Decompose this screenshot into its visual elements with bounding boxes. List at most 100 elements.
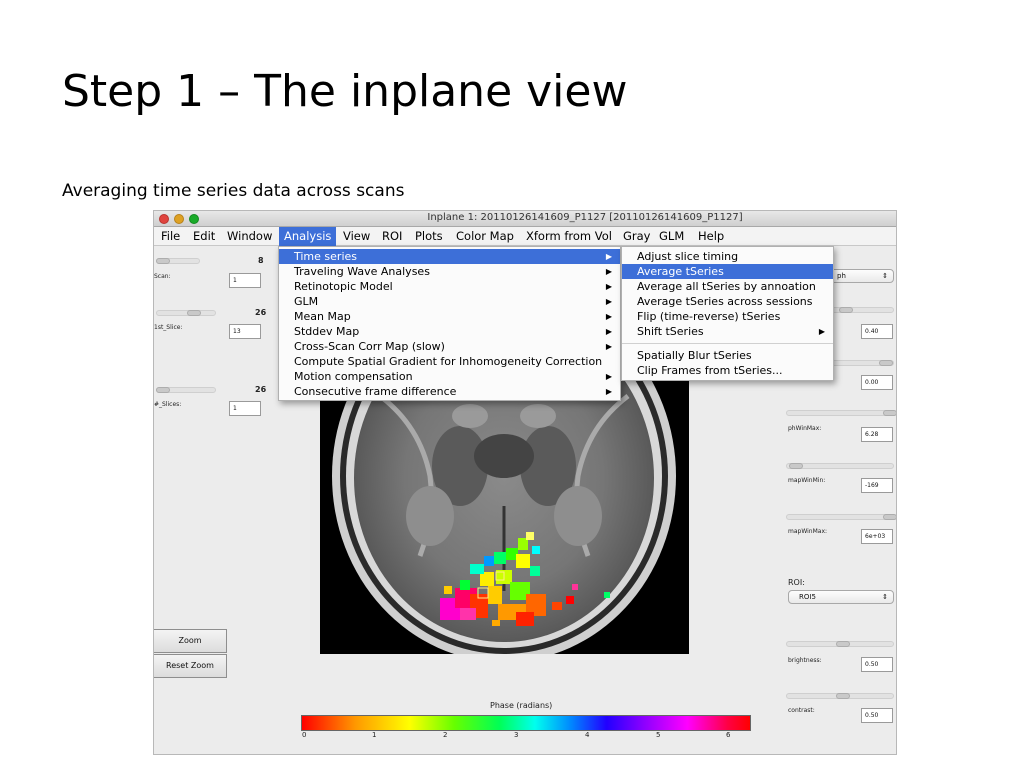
menu-glm[interactable]: GLM <box>654 227 689 246</box>
num-slices-field[interactable]: 1 <box>229 401 261 416</box>
menu-item-stddev-map[interactable]: Stddev Map ▶ <box>279 324 620 339</box>
submenu-arrow-icon: ▶ <box>605 282 612 291</box>
menu-roi[interactable]: ROI <box>377 227 407 246</box>
menu-item-average-all-tseries[interactable]: Average all tSeries by annoation <box>622 279 833 294</box>
scan-slider[interactable] <box>156 258 200 264</box>
menu-item-consecutive-frame-diff[interactable]: Consecutive frame difference ▶ <box>279 384 620 399</box>
roi-popup[interactable]: ROI5 ⇕ <box>788 590 894 604</box>
colorbar-tick: 4 <box>585 731 590 739</box>
num-slices-slider[interactable] <box>156 387 216 393</box>
contrast-slider[interactable] <box>786 693 894 699</box>
contrast-label: contrast: <box>788 707 815 714</box>
first-slice-slider[interactable] <box>156 310 216 316</box>
first-slice-field[interactable]: 13 <box>229 324 261 339</box>
submenu-arrow-icon: ▶ <box>818 327 825 336</box>
submenu-arrow-icon: ▶ <box>605 387 612 396</box>
colorbar-tick: 1 <box>372 731 377 739</box>
reset-zoom-button[interactable]: Reset Zoom <box>154 654 227 678</box>
colorbar-tick: 2 <box>443 731 448 739</box>
window-title: Inplane 1: 20110126141609_P1127 [2011012… <box>427 212 743 223</box>
submenu-arrow-icon: ▶ <box>605 267 612 276</box>
brightness-slider[interactable] <box>786 641 894 647</box>
menu-item-spatially-blur-tseries[interactable]: Spatially Blur tSeries <box>622 348 833 363</box>
phwinmax-label: phWinMax: <box>788 425 822 432</box>
submenu-arrow-icon: ▶ <box>605 342 612 351</box>
roi-value: ROI5 <box>799 593 816 601</box>
popup-arrow-icon: ⇕ <box>882 593 888 601</box>
scan-label: Scan: <box>154 273 171 280</box>
first-slice-max: 26 <box>255 308 267 317</box>
submenu-arrow-icon: ▶ <box>605 327 612 336</box>
submenu-arrow-icon: ▶ <box>605 297 612 306</box>
menu-color-map[interactable]: Color Map <box>451 227 519 246</box>
display-mode-popup[interactable]: ph ⇕ <box>826 269 894 283</box>
contrast-field[interactable]: 0.50 <box>861 708 893 723</box>
slide-title: Step 1 – The inplane view <box>62 66 628 117</box>
colorbar-tick: 3 <box>514 731 519 739</box>
mapwinmax-label: mapWinMax: <box>788 528 828 535</box>
menu-view[interactable]: View <box>338 227 375 246</box>
menu-item-average-tseries[interactable]: Average tSeries <box>622 264 833 279</box>
colorbar-tick: 6 <box>726 731 731 739</box>
phwinmax-field[interactable]: 6.28 <box>861 427 893 442</box>
popup-arrow-icon: ⇕ <box>882 272 888 280</box>
submenu-arrow-icon: ▶ <box>605 252 612 261</box>
mapwinmin-label: mapWinMin: <box>788 477 826 484</box>
colorbar-tick: 5 <box>656 731 661 739</box>
brightness-label: brightness: <box>788 657 822 664</box>
mapwinmin-slider[interactable] <box>786 463 894 469</box>
phwinmax-slider[interactable] <box>786 410 896 416</box>
right-field-1[interactable]: 0.40 <box>861 324 893 339</box>
brightness-slider-thumb[interactable] <box>836 641 850 647</box>
time-series-submenu: Adjust slice timing Average tSeries Aver… <box>621 246 834 381</box>
scan-max: 8 <box>258 256 264 265</box>
menu-item-motion-compensation[interactable]: Motion compensation ▶ <box>279 369 620 384</box>
mapwinmax-slider[interactable] <box>786 514 896 520</box>
menu-item-time-series[interactable]: Time series ▶ <box>279 249 620 264</box>
first-slice-slider-thumb[interactable] <box>187 310 201 316</box>
mapwinmin-field[interactable]: -169 <box>861 478 893 493</box>
menu-item-retinotopic-model[interactable]: Retinotopic Model ▶ <box>279 279 620 294</box>
menu-item-adjust-slice-timing[interactable]: Adjust slice timing <box>622 249 833 264</box>
menu-file[interactable]: File <box>156 227 185 246</box>
title-bar: Inplane 1: 20110126141609_P1127 [2011012… <box>154 211 896 227</box>
brightness-field[interactable]: 0.50 <box>861 657 893 672</box>
menu-help[interactable]: Help <box>693 227 729 246</box>
mapwinmin-slider-thumb[interactable] <box>789 463 803 469</box>
menu-item-average-tseries-sessions[interactable]: Average tSeries across sessions <box>622 294 833 309</box>
menu-edit[interactable]: Edit <box>188 227 220 246</box>
menu-item-flip-tseries[interactable]: Flip (time-reverse) tSeries <box>622 309 833 324</box>
menu-item-clip-frames[interactable]: Clip Frames from tSeries... <box>622 363 833 378</box>
right-slider-1-thumb[interactable] <box>839 307 853 313</box>
num-slices-slider-thumb[interactable] <box>156 387 170 393</box>
menu-item-cross-scan-corr[interactable]: Cross-Scan Corr Map (slow) ▶ <box>279 339 620 354</box>
zoom-button[interactable]: Zoom <box>154 629 227 653</box>
right-field-2[interactable]: 0.00 <box>861 375 893 390</box>
phwinmax-slider-thumb[interactable] <box>883 410 896 416</box>
colorbar-tick: 0 <box>302 731 307 739</box>
menu-item-glm[interactable]: GLM ▶ <box>279 294 620 309</box>
submenu-arrow-icon: ▶ <box>605 372 612 381</box>
menu-window[interactable]: Window <box>222 227 277 246</box>
scan-slider-thumb[interactable] <box>156 258 170 264</box>
right-slider-2-thumb[interactable] <box>879 360 893 366</box>
slide-subtitle: Averaging time series data across scans <box>62 181 405 201</box>
submenu-arrow-icon: ▶ <box>605 312 612 321</box>
colorbar-label: Phase (radians) <box>490 701 553 710</box>
menu-analysis[interactable]: Analysis <box>279 227 337 246</box>
contrast-slider-thumb[interactable] <box>836 693 850 699</box>
menu-item-spatial-gradient[interactable]: Compute Spatial Gradient for Inhomogenei… <box>279 354 620 369</box>
first-slice-label: 1st_Slice: <box>154 324 183 331</box>
scan-field[interactable]: 1 <box>229 273 261 288</box>
menu-xform-from-vol[interactable]: Xform from Vol <box>521 227 617 246</box>
mapwinmax-field[interactable]: 6e+03 <box>861 529 893 544</box>
num-slices-max: 26 <box>255 385 267 394</box>
menu-plots[interactable]: Plots <box>410 227 448 246</box>
menu-separator <box>622 343 833 344</box>
menu-item-shift-tseries[interactable]: Shift tSeries ▶ <box>622 324 833 339</box>
menu-gray[interactable]: Gray <box>618 227 656 246</box>
mapwinmax-slider-thumb[interactable] <box>883 514 896 520</box>
roi-label: ROI: <box>788 578 805 587</box>
menu-item-mean-map[interactable]: Mean Map ▶ <box>279 309 620 324</box>
menu-item-traveling-wave[interactable]: Traveling Wave Analyses ▶ <box>279 264 620 279</box>
